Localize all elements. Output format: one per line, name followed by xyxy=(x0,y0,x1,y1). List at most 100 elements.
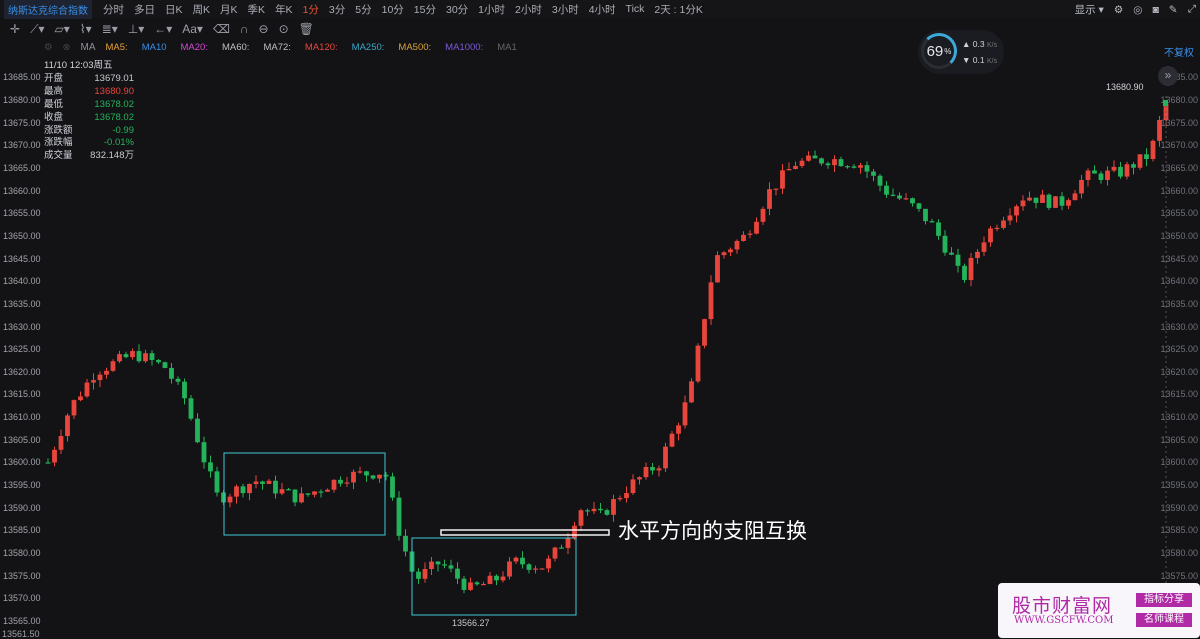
settings-icon[interactable]: ⚙ xyxy=(1114,4,1123,16)
adjustment-mode[interactable]: 不复权 xyxy=(1164,44,1194,59)
ma-settings-icon[interactable]: ⚙ xyxy=(44,42,53,53)
eye-icon[interactable]: ⊙ xyxy=(279,22,289,36)
timeframe-16[interactable]: 4小时 xyxy=(584,2,621,17)
timeframe-2[interactable]: 日K xyxy=(160,2,188,17)
candle-body xyxy=(747,233,753,235)
candle-body xyxy=(949,252,954,255)
y-tick-label: 13565.00 xyxy=(3,615,41,626)
candle-body xyxy=(123,354,129,358)
candle-body xyxy=(858,165,863,168)
candle-body xyxy=(786,168,792,171)
timeframe-18[interactable]: 2天 : 1分K xyxy=(649,2,707,17)
timeframe-bar: 分时 多日 日K 周K 月K 季K 年K 1分 3分 5分 10分 15分 30分 1小时 2小时 3小时 4小… xyxy=(98,2,708,17)
candle-body xyxy=(195,418,200,443)
y-tick-label: 13590.00 xyxy=(3,502,41,513)
last-price-label: 13680.90 xyxy=(1106,82,1144,92)
lock-icon[interactable]: ⊖ xyxy=(259,22,269,36)
crosshair-icon[interactable]: ✛ xyxy=(10,22,20,36)
measure-tool-icon[interactable]: ⊥▾ xyxy=(128,22,144,36)
candle-body xyxy=(604,510,610,515)
candle-body xyxy=(247,484,252,494)
ma-item-2[interactable]: MA20: xyxy=(181,42,208,53)
candle-body xyxy=(1001,220,1006,228)
candle-body xyxy=(728,249,733,253)
ma-toggle[interactable]: MA xyxy=(81,42,96,53)
scroll-right-icon[interactable]: » xyxy=(1158,66,1178,86)
candle-body xyxy=(929,221,935,223)
candle-body xyxy=(91,380,96,383)
candle-body xyxy=(617,498,623,500)
candle-body xyxy=(793,165,798,169)
candle-body xyxy=(968,257,974,280)
candle-body xyxy=(208,462,213,472)
y-tick-label: 13600.00 xyxy=(1160,457,1198,468)
candle-body xyxy=(936,222,941,236)
ma-close-icon[interactable]: ⊗ xyxy=(63,42,71,53)
ma-item-4[interactable]: MA72: xyxy=(263,42,290,53)
wave-tool-icon[interactable]: ⌇▾ xyxy=(80,22,92,36)
timeframe-17[interactable]: Tick xyxy=(621,3,650,15)
timeframe-9[interactable]: 5分 xyxy=(350,2,376,17)
candle-body xyxy=(546,558,551,569)
text-tool-icon[interactable]: Aa▾ xyxy=(182,22,203,36)
line-tool-icon[interactable]: ⟋▾ xyxy=(30,22,44,37)
ma-item-0[interactable]: MA5: xyxy=(106,42,128,53)
camera-icon[interactable]: ◙ xyxy=(1152,4,1158,16)
timeframe-15[interactable]: 3小时 xyxy=(547,2,584,17)
ma-item-5[interactable]: MA120: xyxy=(305,42,338,53)
ma-item-1[interactable]: MA10 xyxy=(142,42,167,53)
y-tick-label: 13585.00 xyxy=(3,525,41,536)
trash-icon[interactable]: 🗑 xyxy=(299,22,314,36)
timeframe-8[interactable]: 3分 xyxy=(324,2,350,17)
y-tick-label: 13660.00 xyxy=(1160,185,1198,196)
ma-item-7[interactable]: MA500: xyxy=(398,42,431,53)
circle-icon[interactable]: ◎ xyxy=(1133,4,1142,16)
support-resistance-bar xyxy=(440,529,610,536)
timeframe-5[interactable]: 季K xyxy=(243,2,271,17)
timeframe-13[interactable]: 1小时 xyxy=(473,2,510,17)
info-row-4: 涨跌额 -0.99 xyxy=(44,124,134,136)
y-tick-label: 13605.00 xyxy=(3,434,41,445)
speed-ring: 69% xyxy=(921,33,957,69)
timeframe-7[interactable]: 1分 xyxy=(298,2,324,17)
timeframe-12[interactable]: 30分 xyxy=(441,2,473,17)
y-tick-label: 13670.00 xyxy=(3,140,41,151)
timeframe-1[interactable]: 多日 xyxy=(129,2,160,17)
display-menu[interactable]: 显示 ▾ xyxy=(1075,2,1104,17)
consolidation-box-upper xyxy=(223,452,386,536)
arrow-tool-icon[interactable]: ←▾ xyxy=(154,22,172,36)
magnet-icon[interactable]: ∩ xyxy=(240,22,249,36)
candle-body xyxy=(234,486,239,497)
y-tick-label: 13610.00 xyxy=(1160,412,1198,423)
info-row-6: 成交量 832.148万 xyxy=(44,150,134,162)
timeframe-10[interactable]: 10分 xyxy=(377,2,409,17)
pencil-icon[interactable]: ✎ xyxy=(1169,4,1178,16)
ma-item-6[interactable]: MA250: xyxy=(352,42,385,53)
candle-body xyxy=(507,561,512,577)
timeframe-14[interactable]: 2小时 xyxy=(510,2,547,17)
channel-tool-icon[interactable]: ▱▾ xyxy=(55,22,70,36)
ma-item-3[interactable]: MA60: xyxy=(222,42,249,53)
expand-icon[interactable]: ⤢ xyxy=(1188,3,1196,16)
candle-body xyxy=(630,479,636,494)
timeframe-11[interactable]: 15分 xyxy=(409,2,441,17)
y-tick-label: 13635.00 xyxy=(1160,298,1198,309)
candle-body xyxy=(156,359,161,363)
timeframe-3[interactable]: 周K xyxy=(188,2,216,17)
info-row-0: 开盘 13679.01 xyxy=(44,72,134,84)
fib-tool-icon[interactable]: ≣▾ xyxy=(102,22,118,36)
timeframe-6[interactable]: 年K xyxy=(270,2,298,17)
timeframe-4[interactable]: 月K xyxy=(215,2,243,17)
candle-body xyxy=(682,402,688,426)
symbol-name[interactable]: 纳斯达克综合指数 xyxy=(4,0,92,19)
consolidation-box-lower xyxy=(411,537,577,616)
eraser-icon[interactable]: ⌫ xyxy=(213,22,230,36)
candle-body xyxy=(182,381,187,399)
candle-body xyxy=(305,493,311,495)
timeframe-0[interactable]: 分时 xyxy=(98,2,129,17)
candlestick-chart[interactable] xyxy=(0,0,1200,638)
ma-item-9[interactable]: MA1 xyxy=(497,42,517,53)
candle-body xyxy=(689,381,694,403)
ma-item-8[interactable]: MA1000: xyxy=(445,42,483,53)
candle-body xyxy=(806,155,811,161)
